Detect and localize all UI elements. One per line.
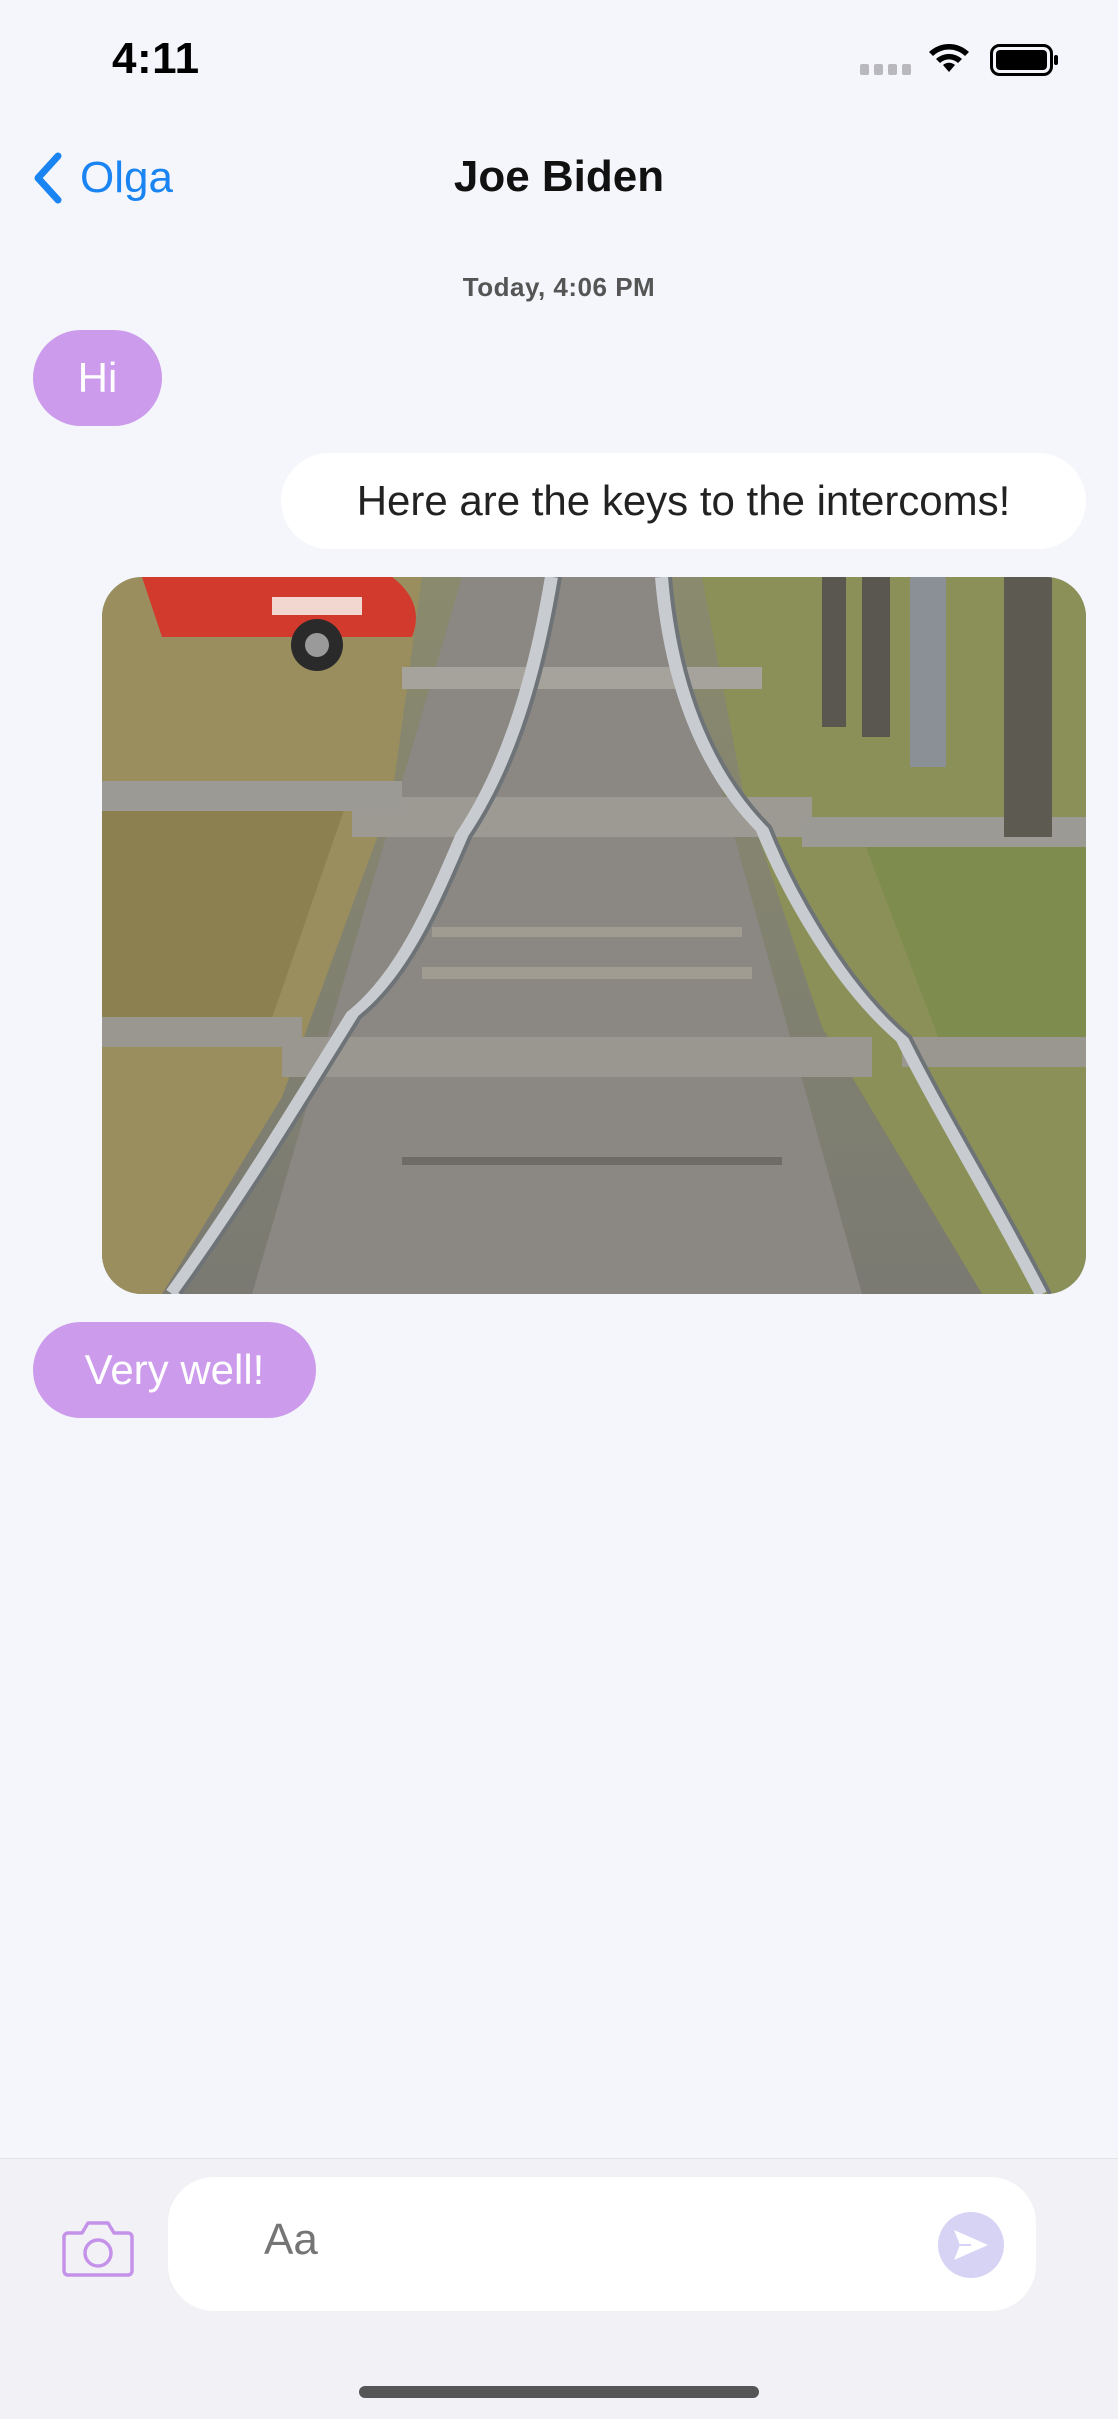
incoming-message[interactable]: Very well! — [33, 1322, 316, 1418]
camera-icon[interactable] — [62, 2217, 134, 2277]
send-button[interactable] — [938, 2212, 1004, 2278]
chat-title: Joe Biden — [453, 152, 665, 201]
status-bar: 4:11 — [0, 0, 1118, 110]
navigation-bar: Olga Joe Biden — [0, 130, 1118, 226]
send-icon — [954, 2230, 988, 2260]
message-input-container[interactable] — [168, 2177, 1036, 2311]
outgoing-photo-message[interactable] — [102, 577, 1086, 1294]
status-time: 4:11 — [112, 34, 200, 83]
battery-icon — [990, 44, 1058, 76]
conversation-timestamp: Today, 4:06 PM — [462, 272, 656, 302]
wifi-icon — [929, 44, 969, 72]
photo-railway-tracks — [102, 577, 1086, 1294]
cellular-signal-icon — [860, 64, 911, 75]
home-indicator — [359, 2386, 759, 2398]
outgoing-message[interactable]: Here are the keys to the intercoms! — [281, 453, 1086, 549]
incoming-message[interactable]: Hi — [33, 330, 162, 426]
message-composer — [0, 2158, 1118, 2419]
message-input[interactable] — [264, 2215, 864, 2265]
